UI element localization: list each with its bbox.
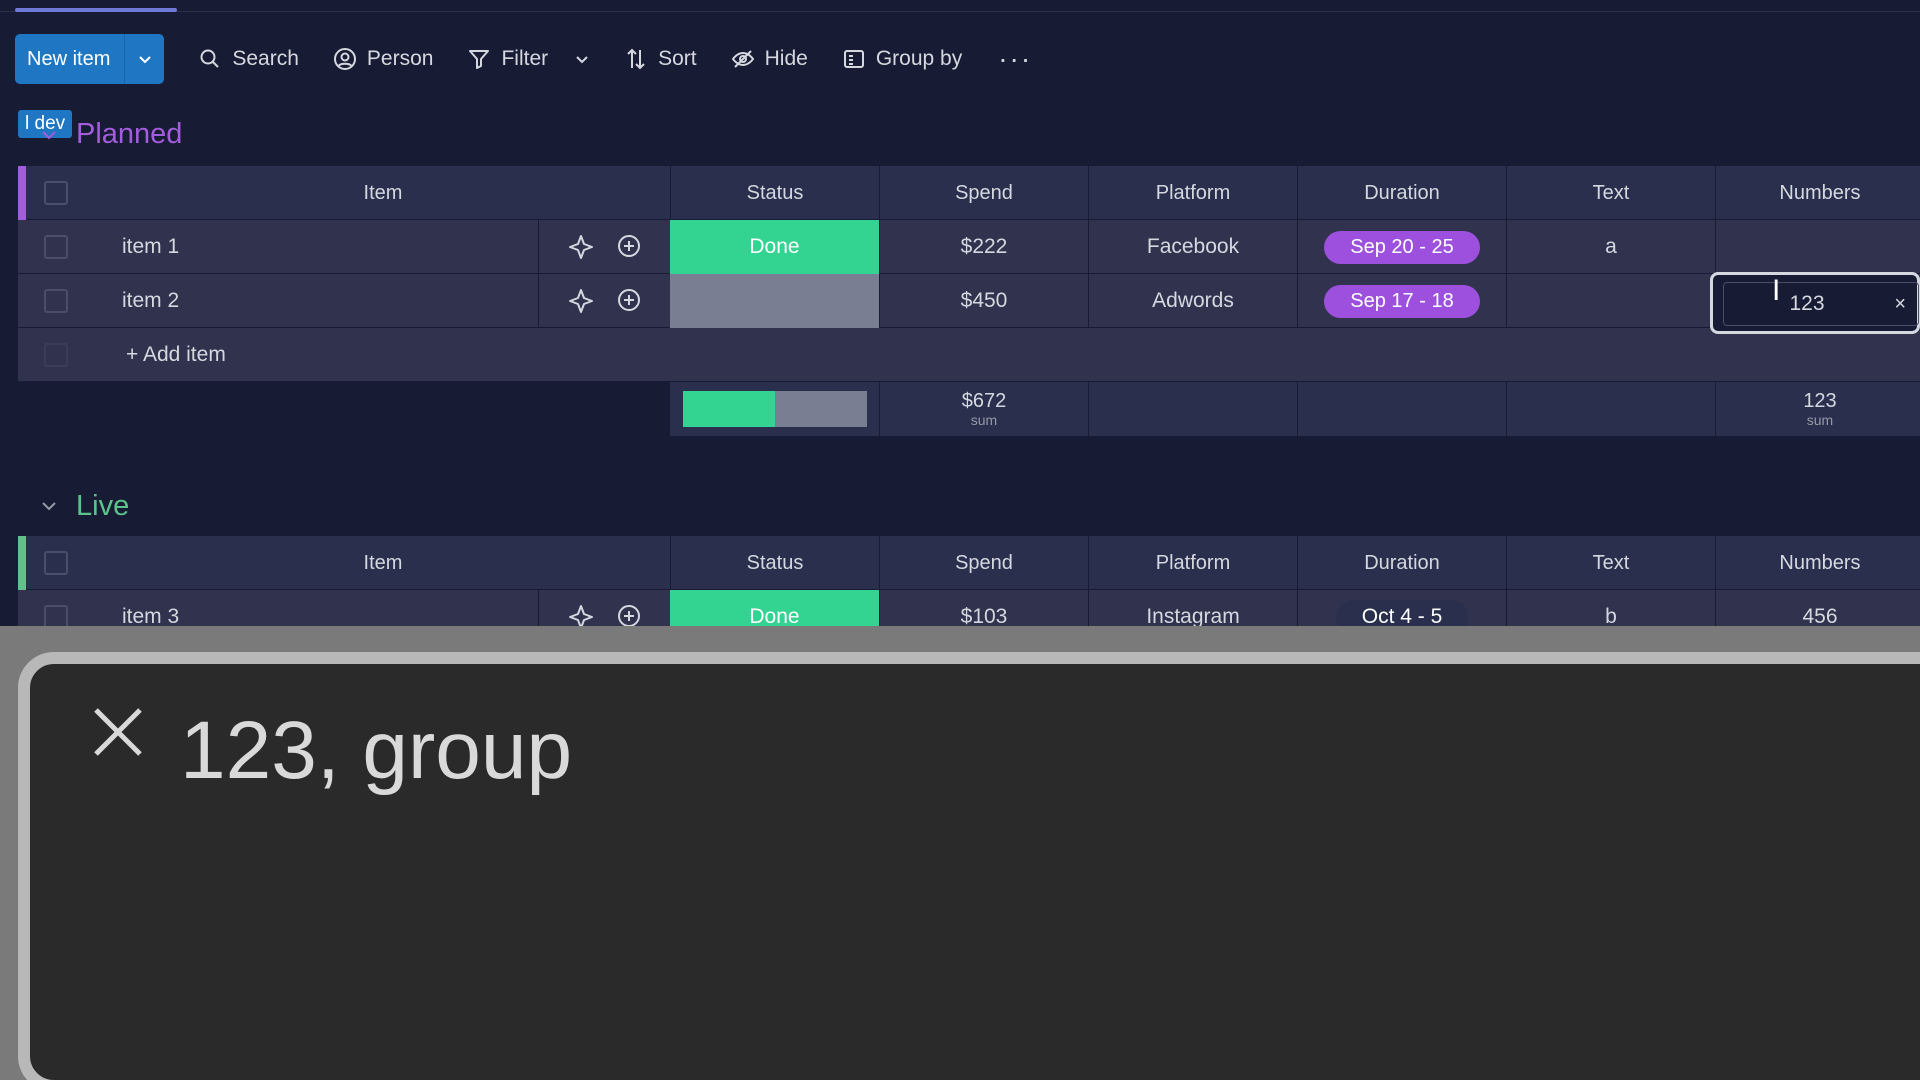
status-cell[interactable] [670, 274, 879, 328]
group-by-button[interactable]: Group by [842, 47, 962, 71]
add-update-icon[interactable] [615, 233, 643, 261]
hide-label: Hide [764, 47, 808, 70]
group-by-icon [843, 50, 864, 68]
column-header-spend[interactable]: Spend [879, 166, 1088, 220]
person-icon [333, 48, 356, 70]
platform-cell[interactable]: Adwords [1088, 274, 1297, 328]
person-filter-button[interactable]: Person [333, 47, 434, 71]
row-actions [538, 220, 670, 274]
duration-summary [1297, 382, 1506, 436]
duration-cell[interactable]: Sep 17 - 18 [1297, 274, 1506, 328]
chevron-down-icon[interactable] [124, 34, 164, 84]
column-header-spend[interactable]: Spend [879, 536, 1088, 590]
sort-icon [627, 48, 645, 70]
column-header-duration[interactable]: Duration [1297, 166, 1506, 220]
column-header-platform[interactable]: Platform [1088, 166, 1297, 220]
text-cursor-icon: I [1772, 274, 1781, 307]
status-distribution-bar [682, 391, 867, 427]
chevron-down-icon[interactable] [574, 51, 590, 67]
new-item-label[interactable]: New item [15, 34, 124, 84]
column-header-text[interactable]: Text [1506, 166, 1715, 220]
collapse-planned-chevron-icon[interactable] [38, 124, 60, 146]
hide-button[interactable]: Hide [731, 47, 808, 71]
table-header: Item Status Spend Platform Duration Text… [18, 536, 1920, 644]
column-header-status[interactable]: Status [670, 166, 879, 220]
caption-text: 123, group [180, 705, 573, 796]
table-header: Item Status Spend Platform Duration Text… [18, 166, 1920, 382]
filter-button[interactable]: Filter [467, 47, 590, 71]
column-header-text[interactable]: Text [1506, 536, 1715, 590]
select-all-checkbox[interactable] [32, 536, 80, 590]
status-cell[interactable]: Done [670, 220, 879, 274]
new-item-button[interactable]: New item [15, 34, 165, 84]
column-header-item[interactable]: Item [78, 166, 688, 220]
filter-label: Filter [501, 47, 549, 70]
board-toolbar: New item Search Person Filter Sort Hide … [15, 34, 1032, 84]
text-cell[interactable] [1506, 274, 1715, 328]
column-header-duration[interactable]: Duration [1297, 536, 1506, 590]
column-header-item[interactable]: Item [78, 536, 688, 590]
row-checkbox[interactable] [32, 274, 80, 328]
sparkle-icon[interactable] [567, 233, 595, 261]
text-summary [1506, 382, 1715, 436]
spend-sum: $672 sum [879, 382, 1088, 436]
status-empty-segment [774, 391, 867, 427]
sort-button[interactable]: Sort [624, 47, 697, 71]
numbers-input-value[interactable]: 123 [1724, 292, 1890, 316]
more-options-icon[interactable]: ··· [998, 43, 1032, 75]
table-row[interactable]: item 1 Done $222 Facebook Sep 20 - 25 a [18, 220, 1920, 274]
spend-cell[interactable]: $450 [879, 274, 1088, 328]
numbers-sum-value: 123 [1803, 390, 1837, 412]
collapse-live-chevron-icon[interactable] [38, 495, 60, 517]
group-title-planned[interactable]: Planned [76, 118, 182, 151]
text-cell[interactable]: a [1506, 220, 1715, 274]
search-button[interactable]: Search [198, 47, 299, 71]
duration-pill: Sep 17 - 18 [1324, 284, 1480, 318]
item-name[interactable]: item 1 [98, 220, 538, 274]
column-header-numbers[interactable]: Numbers [1715, 166, 1920, 220]
numbers-input[interactable]: 123 × [1723, 282, 1919, 326]
status-summary[interactable] [670, 382, 879, 436]
group-title-live[interactable]: Live [76, 490, 129, 523]
caption-panel: 123, group [18, 652, 1920, 1080]
numbers-sum: 123 sum [1715, 382, 1920, 436]
group-by-label: Group by [875, 47, 963, 70]
summary-row: $672 sum 123 sum [18, 382, 1920, 436]
add-update-icon[interactable] [615, 287, 643, 315]
spend-sum-label: sum [970, 412, 998, 428]
caption-overlay: 123, group [0, 626, 1920, 1080]
status-done-segment [682, 391, 775, 427]
person-label: Person [366, 47, 434, 70]
search-icon [200, 49, 220, 68]
platform-cell[interactable]: Facebook [1088, 220, 1297, 274]
clear-icon[interactable]: × [1894, 293, 1906, 316]
active-tab-indicator [15, 8, 177, 12]
numbers-cell[interactable] [1715, 220, 1920, 274]
spend-sum-value: $672 [961, 390, 1007, 412]
platform-summary [1088, 382, 1297, 436]
table-row[interactable]: item 2 $450 Adwords Sep 17 - 18 [18, 274, 1920, 328]
close-icon[interactable] [90, 704, 146, 760]
numbers-cell-editor[interactable]: 123 × [1710, 272, 1920, 334]
duration-pill: Sep 20 - 25 [1324, 230, 1480, 264]
row-actions [538, 274, 670, 328]
eye-off-icon [731, 50, 754, 68]
column-header-status[interactable]: Status [670, 536, 879, 590]
search-label: Search [232, 47, 299, 70]
item-name[interactable]: item 2 [98, 274, 538, 328]
numbers-sum-label: sum [1806, 412, 1834, 428]
column-header-platform[interactable]: Platform [1088, 536, 1297, 590]
duration-cell[interactable]: Sep 20 - 25 [1297, 220, 1506, 274]
sparkle-icon[interactable] [567, 287, 595, 315]
select-all-checkbox[interactable] [32, 166, 80, 220]
column-header-numbers[interactable]: Numbers [1715, 536, 1920, 590]
top-tab-strip [0, 0, 1920, 12]
spend-cell[interactable]: $222 [879, 220, 1088, 274]
sort-label: Sort [658, 47, 697, 70]
filter-icon [469, 50, 490, 69]
row-checkbox[interactable] [32, 220, 80, 274]
add-item-row[interactable]: + Add item [18, 328, 1920, 382]
add-item-checkbox [32, 328, 80, 382]
add-item-link[interactable]: + Add item [98, 328, 538, 382]
